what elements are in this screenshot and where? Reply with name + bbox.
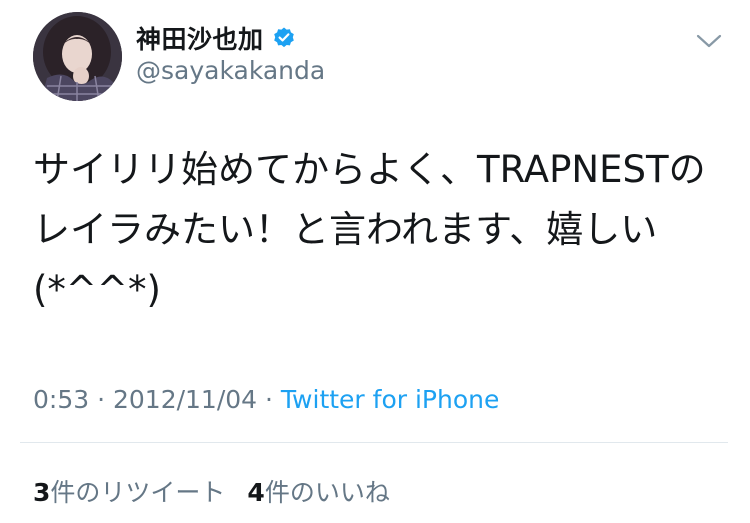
tweet-text-line: (*^^*): [33, 268, 161, 311]
author-handle[interactable]: @sayakakanda: [136, 56, 325, 85]
tweet-meta: 0:53 · 2012/11/04 · Twitter for iPhone: [33, 385, 499, 414]
retweet-count: 3: [33, 478, 51, 507]
tweet-card: 神田沙也加 @sayakakanda サイリリ始めてからよく、TRAPNESTの…: [0, 0, 750, 523]
divider: [20, 442, 728, 443]
tweet-date: 2012/11/04: [112, 385, 258, 414]
avatar[interactable]: [33, 12, 122, 101]
like-count-link[interactable]: 4件のいいね: [247, 478, 389, 507]
tweet-source-link[interactable]: Twitter for iPhone: [281, 385, 499, 414]
tweet-text: サイリリ始めてからよく、TRAPNESTの レイラみたい！と言われます、嬉しい …: [33, 140, 723, 320]
retweet-label: 件のリツイート: [50, 478, 226, 507]
author-name-row[interactable]: 神田沙也加: [136, 20, 296, 56]
retweet-count-link[interactable]: 3件のリツイート: [33, 478, 225, 507]
like-label: 件のいいね: [264, 478, 390, 507]
tweet-text-line: レイラみたい！と言われます、嬉しい: [33, 208, 658, 251]
meta-separator: ·: [257, 385, 281, 414]
like-count: 4: [247, 478, 265, 507]
tweet-time: 0:53: [33, 385, 90, 414]
meta-separator: ·: [89, 385, 113, 414]
tweet-text-line: サイリリ始めてからよく、TRAPNESTの: [33, 148, 706, 191]
verified-badge-icon: [272, 26, 296, 50]
author-display-name[interactable]: 神田沙也加: [136, 20, 264, 56]
tweet-stats: 3件のリツイート 4件のいいね: [33, 473, 390, 509]
chevron-down-icon[interactable]: [694, 30, 724, 52]
